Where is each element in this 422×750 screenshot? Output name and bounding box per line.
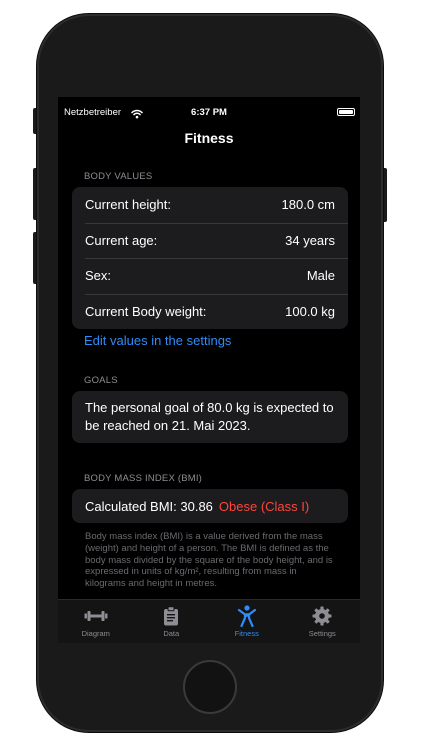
body-value-row-sex: Sex: Male: [72, 258, 348, 294]
clipboard-icon: [158, 605, 184, 627]
status-bar: Netzbetreiber 6:37 PM: [58, 97, 360, 125]
goals-card: The personal goal of 80.0 kg is expected…: [72, 391, 348, 443]
figure-icon: [234, 605, 260, 627]
row-value: Male: [306, 268, 335, 284]
section-header-goals: GOALS: [84, 375, 118, 386]
tab-bar: Diagram Data Fitness Settings: [58, 599, 360, 643]
tab-label: Fitness: [234, 629, 259, 638]
body-values-group: Current height: 180.0 cm Current age: 34…: [72, 187, 348, 329]
phone-screen: Netzbetreiber 6:37 PM Fitness BODY VALUE…: [58, 97, 360, 643]
tab-label: Diagram: [81, 629, 110, 638]
goal-text: The personal goal of 80.0 kg is expected…: [85, 400, 334, 433]
body-value-row-weight: Current Body weight: 100.0 kg: [72, 293, 348, 330]
section-header-bmi: BODY MASS INDEX (BMI): [84, 473, 203, 484]
bmi-description: Body mass index (BMI) is a value derived…: [85, 531, 333, 590]
bmi-status-badge: Obese (Class I): [218, 498, 310, 514]
scroll-content[interactable]: BODY VALUES Current height: 180.0 cm Cur…: [58, 157, 360, 599]
body-value-row-height: Current height: 180.0 cm: [72, 187, 348, 223]
edit-values-link[interactable]: Edit values in the settings: [84, 333, 231, 348]
bmi-card: Calculated BMI: 30.86 Obese (Class I): [72, 489, 348, 523]
tab-fitness[interactable]: Fitness: [209, 600, 285, 643]
row-label: Sex:: [85, 268, 112, 284]
tab-diagram[interactable]: Diagram: [58, 600, 134, 643]
bmi-row: Calculated BMI: 30.86 Obese (Class I): [72, 489, 348, 523]
gear-icon: [309, 605, 335, 627]
body-value-row-age: Current age: 34 years: [72, 222, 348, 259]
page-title: Fitness: [184, 130, 234, 146]
row-value: 180.0 cm: [281, 197, 335, 213]
section-header-body-values: BODY VALUES: [84, 171, 153, 182]
row-label: Current Body weight:: [85, 303, 207, 319]
status-time: 6:37 PM: [191, 107, 227, 118]
tab-settings[interactable]: Settings: [285, 600, 361, 643]
tab-label: Settings: [308, 629, 336, 638]
row-label: Current age:: [85, 232, 158, 248]
row-value: 34 years: [285, 232, 335, 248]
row-value: 100.0 kg: [285, 303, 335, 319]
tab-label: Data: [163, 629, 180, 638]
row-label: Current height:: [85, 197, 171, 213]
bmi-value: Calculated BMI: 30.86: [85, 498, 213, 514]
dumbbell-icon: [83, 605, 109, 627]
battery-icon: [337, 108, 355, 116]
home-button[interactable]: [183, 660, 237, 714]
tab-data[interactable]: Data: [134, 600, 210, 643]
